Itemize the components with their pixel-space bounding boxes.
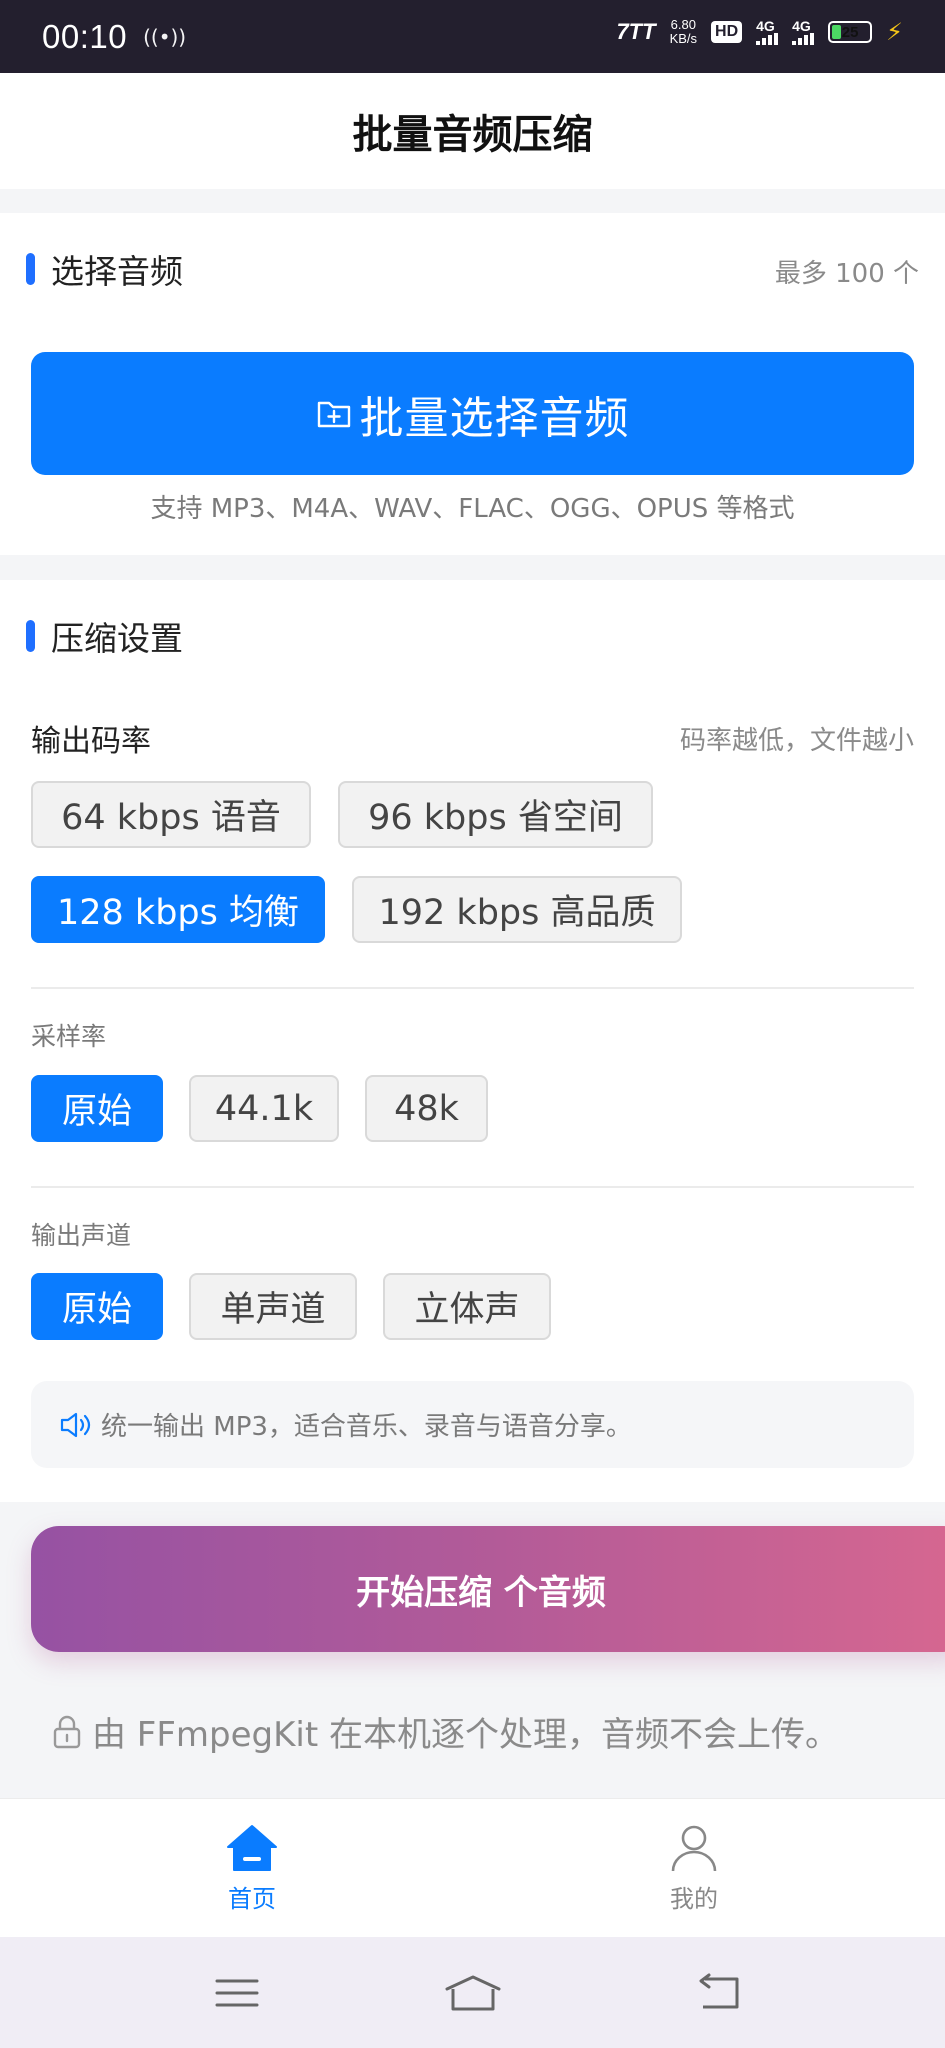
lock-icon <box>53 1715 81 1748</box>
nav-me-label: 我的 <box>670 1885 718 1913</box>
signal-4g-2-icon: 4G <box>792 18 815 45</box>
chip-label: 48k <box>394 1088 459 1129</box>
compression-settings-card: 压缩设置 输出码率 码率越低，文件越小 64 kbps 语音 96 kbps 省… <box>0 580 945 1502</box>
bitrate-option-64[interactable]: 64 kbps 语音 <box>31 781 311 848</box>
user-icon <box>671 1825 717 1872</box>
nav-me[interactable]: 我的 <box>624 1823 764 1914</box>
chip-label: 原始 <box>61 1290 132 1330</box>
output-format-note: 统一输出 MP3，适合音乐、录音与语音分享。 <box>31 1381 914 1468</box>
channel-option-stereo[interactable]: 立体声 <box>383 1273 551 1340</box>
speaker-icon <box>60 1412 91 1437</box>
batch-select-audio-button[interactable]: 批量选择音频 <box>31 352 914 475</box>
battery-icon: 25 <box>828 21 873 43</box>
privacy-text: 由 FFmpegKit 在本机逐个处理，音频不会上传。 <box>92 1715 840 1755</box>
section-title-select: 选择音频 <box>51 252 183 291</box>
sample-rate-option-44k[interactable]: 44.1k <box>189 1075 339 1142</box>
section-header-settings: 压缩设置 <box>26 612 183 660</box>
hotspot-icon: ((•)) <box>143 24 187 49</box>
section-accent-bar <box>26 620 35 652</box>
start-compress-button[interactable]: 开始压缩 个音频 <box>31 1526 945 1652</box>
system-nav-bar <box>0 1937 945 2048</box>
channel-option-original[interactable]: 原始 <box>31 1273 163 1340</box>
bitrate-option-128[interactable]: 128 kbps 均衡 <box>31 876 325 943</box>
bitrate-hint: 码率越低，文件越小 <box>679 726 914 756</box>
bitrate-option-96[interactable]: 96 kbps 省空间 <box>338 781 653 848</box>
max-count-hint: 最多 100 个 <box>774 259 919 289</box>
folder-add-icon <box>317 401 350 427</box>
note-text: 统一输出 MP3，适合音乐、录音与语音分享。 <box>101 1412 632 1442</box>
sample-rate-option-48k[interactable]: 48k <box>365 1075 488 1142</box>
chip-label: 128 kbps 均衡 <box>57 893 299 933</box>
channel-option-mono[interactable]: 单声道 <box>189 1273 357 1340</box>
app-header: 批量音频压缩 <box>0 73 945 189</box>
hd-icon: HD <box>711 21 743 43</box>
sample-rate-label: 采样率 <box>31 1022 107 1051</box>
chip-label: 64 kbps 语音 <box>61 798 281 838</box>
divider <box>31 987 914 989</box>
privacy-note: 由 FFmpegKit 在本机逐个处理，音频不会上传。 <box>52 1707 839 1756</box>
select-audio-card: 选择音频 最多 100 个 批量选择音频 支持 MP3、M4A、WAV、FLAC… <box>0 213 945 555</box>
battery-fill <box>832 25 842 39</box>
nav-home[interactable]: 首页 <box>182 1823 322 1914</box>
carrier-icon: 7TT <box>616 19 656 44</box>
status-time: 00:10 <box>42 17 128 55</box>
bottom-nav: 首页 我的 <box>0 1798 945 1937</box>
divider <box>31 1186 914 1188</box>
net-label-1: 4G <box>756 18 775 34</box>
network-speed-unit: KB/s <box>669 31 698 46</box>
signal-4g-1-icon: 4G <box>756 18 779 45</box>
nav-home-label: 首页 <box>228 1885 276 1913</box>
status-icons: 7TT 6.80 KB/s HD 4G 4G 25 ⚡ <box>616 18 903 47</box>
supported-formats-text: 支持 MP3、M4A、WAV、FLAC、OGG、OPUS 等格式 <box>150 494 795 524</box>
network-speed-value: 6.80 <box>670 17 696 32</box>
section-header-select: 选择音频 <box>26 245 183 293</box>
batch-select-label: 批量选择音频 <box>359 392 630 444</box>
chip-label: 96 kbps 省空间 <box>368 798 623 838</box>
page-title: 批量音频压缩 <box>352 112 593 158</box>
start-compress-label: 开始压缩 个音频 <box>356 1572 606 1613</box>
chip-label: 44.1k <box>214 1088 314 1129</box>
sample-rate-option-original[interactable]: 原始 <box>31 1075 163 1142</box>
home-icon <box>227 1825 277 1871</box>
back-icon[interactable] <box>695 1973 743 2013</box>
section-accent-bar <box>26 253 35 285</box>
battery-percent: 25 <box>841 23 859 41</box>
chip-label: 原始 <box>61 1092 132 1132</box>
section-title-settings: 压缩设置 <box>51 619 183 658</box>
system-home-icon[interactable] <box>443 1973 503 2013</box>
chip-label: 立体声 <box>414 1290 520 1330</box>
status-bar: 00:10 ((•)) 7TT 6.80 KB/s HD 4G 4G 25 ⚡ <box>0 0 945 73</box>
menu-icon[interactable] <box>213 1973 261 2013</box>
chip-label: 192 kbps 高品质 <box>378 893 656 933</box>
chip-label: 单声道 <box>220 1290 326 1330</box>
bitrate-option-192[interactable]: 192 kbps 高品质 <box>352 876 682 943</box>
bitrate-label: 输出码率 <box>31 724 151 759</box>
net-label-2: 4G <box>792 18 811 34</box>
charging-icon: ⚡ <box>886 18 903 46</box>
channel-label: 输出声道 <box>31 1221 132 1250</box>
network-speed: 6.80 KB/s <box>670 18 697 46</box>
